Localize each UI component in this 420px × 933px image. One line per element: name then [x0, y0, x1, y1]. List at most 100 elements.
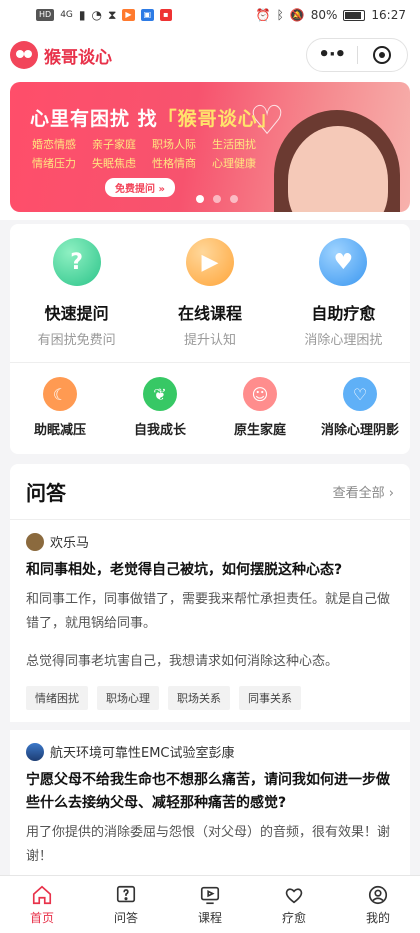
monkey-logo-icon — [10, 41, 38, 69]
tab-label: 我的 — [365, 910, 390, 925]
tab-label: 问答 — [113, 910, 138, 925]
services-card: ? 快速提问 有困扰免费问 ▶ 在线课程 提升认知 ♥ 自助疗愈 消除心理困扰 … — [10, 224, 410, 454]
question-chat-icon: ? — [52, 238, 101, 286]
family-icon: ☺ — [243, 377, 277, 411]
carousel-dot[interactable] — [230, 195, 238, 203]
app-header: 猴哥谈心 •·• — [0, 30, 420, 80]
question-author: 欢乐马 — [26, 532, 394, 551]
clock: 16:27 — [371, 8, 406, 22]
service-subtitle: 提升认知 — [183, 333, 236, 348]
tag[interactable]: 职场心理 — [97, 686, 159, 710]
question-author: 航天环境可靠性EMC试验室彭康 — [26, 742, 394, 761]
service-title: 快速提问 — [44, 304, 109, 323]
tab-course[interactable]: 课程 — [168, 876, 252, 933]
service-self-healing[interactable]: ♥ 自助疗愈 消除心理困扰 — [277, 238, 410, 348]
service-sleep[interactable]: ☾ 助眠减压 — [10, 377, 110, 438]
network-badge: 4G — [60, 10, 73, 20]
service-family[interactable]: ☺ 原生家庭 — [210, 377, 310, 438]
service-title: 自助疗愈 — [311, 304, 376, 323]
video-play-icon: ▶ — [185, 238, 234, 286]
alarm-icon: ⏰ — [255, 8, 271, 22]
service-trauma[interactable]: ♡ 消除心理阴影 — [310, 377, 410, 438]
banner-title: 心里有困扰 找「猴哥谈心」 — [30, 104, 278, 131]
heart-outline-icon — [285, 887, 303, 903]
moon-icon: ☾ — [43, 377, 77, 411]
service-subtitle: 有困扰免费问 — [37, 333, 116, 348]
app-notification-icon: ▪ — [160, 9, 172, 21]
status-right: ⏰ ᛒ 🔕 80% 16:27 — [256, 8, 406, 22]
banner-tag: 职场人际 — [152, 138, 196, 151]
mute-icon: 🔕 — [289, 8, 305, 22]
miniprogram-capsule: •·• — [306, 38, 408, 72]
brand-name: 猴哥谈心 — [44, 47, 112, 68]
hand-heart-icon: ♡ — [343, 377, 377, 411]
tab-label: 首页 — [29, 910, 54, 925]
banner-tags: 婚恋情感 亲子家庭 职场人际 生活困扰 情绪压力 失眠焦虑 性格情商 心理健康 — [32, 136, 272, 171]
author-name: 航天环境可靠性EMC试验室彭康 — [50, 746, 235, 761]
qa-header: 问答 查看全部 › — [10, 464, 410, 520]
mini-service-label: 助眠减压 — [33, 423, 86, 438]
wifi-icon: ◔ — [91, 8, 102, 22]
question-tags: 情绪困扰 职场心理 职场关系 同事关系 — [26, 686, 394, 710]
banner-tag: 性格情商 — [152, 157, 196, 170]
tab-label: 课程 — [197, 910, 222, 925]
close-button[interactable] — [358, 39, 408, 71]
tab-healing[interactable]: 疗愈 — [252, 876, 336, 933]
banner-title-main: 心里有困扰 找 — [30, 108, 158, 130]
status-left: HD 4G ▮ ◔ ⧗ ▶ ▣ ▪ — [36, 8, 172, 23]
hourglass-icon: ⧗ — [107, 7, 117, 22]
banner-wrap: ♡ 心里有困扰 找「猴哥谈心」 婚恋情感 亲子家庭 职场人际 生活困扰 情绪压力… — [0, 80, 420, 220]
user-icon — [368, 885, 388, 904]
service-online-course[interactable]: ▶ 在线课程 提升认知 — [143, 238, 276, 348]
bluetooth-icon: ᛒ — [276, 8, 284, 22]
author-name: 欢乐马 — [50, 536, 90, 551]
qa-item[interactable]: 航天环境可靠性EMC试验室彭康 宁愿父母不给我生命也不想那么痛苦，请问我如何进一… — [10, 730, 410, 881]
status-bar: HD 4G ▮ ◔ ⧗ ▶ ▣ ▪ ⏰ ᛒ 🔕 80% 16:27 — [0, 0, 420, 30]
avatar — [26, 532, 44, 551]
qa-section: 问答 查看全部 › 欢乐马 和同事相处，老觉得自己被坑，如何摆脱这种心态? 和同… — [10, 464, 410, 881]
hd-badge: HD — [36, 9, 55, 21]
secondary-services: ☾ 助眠减压 ❦ 自我成长 ☺ 原生家庭 ♡ 消除心理阴影 — [10, 363, 410, 448]
service-growth[interactable]: ❦ 自我成长 — [110, 377, 210, 438]
primary-services: ? 快速提问 有困扰免费问 ▶ 在线课程 提升认知 ♥ 自助疗愈 消除心理困扰 — [10, 238, 410, 348]
carousel-dot[interactable] — [213, 195, 221, 203]
banner-tag: 婚恋情感 — [32, 138, 76, 151]
question-body: 用了你提供的消除委屈与怨恨（对父母）的音频，很有效果！谢谢！ — [26, 825, 391, 864]
battery-percent: 80% — [310, 8, 338, 22]
heart-icon: ♥ — [319, 238, 368, 286]
video-icon — [200, 886, 220, 904]
question-box-icon — [116, 885, 136, 902]
banner-tag: 生活困扰 — [212, 138, 256, 151]
promo-banner[interactable]: ♡ 心里有困扰 找「猴哥谈心」 婚恋情感 亲子家庭 职场人际 生活困扰 情绪压力… — [10, 82, 410, 212]
qa-item[interactable]: 欢乐马 和同事相处，老觉得自己被坑，如何摆脱这种心态? 和同事工作，同事做错了，… — [10, 520, 410, 730]
bottom-tab-bar: 首页 问答 课程 疗愈 我的 — [0, 875, 420, 933]
tab-mine[interactable]: 我的 — [336, 876, 420, 933]
tab-home[interactable]: 首页 — [0, 876, 84, 933]
view-all-link[interactable]: 查看全部 › — [333, 482, 394, 501]
question-title: 宁愿父母不给我生命也不想那么痛苦，请问我如何进一步做些什么去接纳父母、减轻那种痛… — [26, 772, 390, 811]
service-quick-question[interactable]: ? 快速提问 有困扰免费问 — [10, 238, 143, 348]
app-notification-icon: ▣ — [140, 9, 155, 21]
carousel-dot[interactable] — [196, 195, 204, 203]
more-button[interactable]: •·• — [307, 39, 357, 71]
free-question-button[interactable]: 免费提问 » — [105, 178, 175, 197]
carousel-dots — [196, 195, 238, 203]
tag[interactable]: 情绪困扰 — [26, 686, 88, 710]
mini-service-label: 自我成长 — [133, 423, 186, 438]
banner-title-highlight: 「猴哥谈心」 — [157, 108, 278, 130]
signal-icon: ▮ — [78, 8, 86, 22]
more-dots-icon: •·• — [318, 44, 346, 65]
question-body: 总觉得同事老坑害自己，我想请求如何消除这种心态。 — [26, 654, 339, 669]
avatar — [26, 742, 44, 761]
mini-service-label: 原生家庭 — [233, 423, 286, 438]
target-icon — [373, 46, 392, 64]
tag[interactable]: 职场关系 — [168, 686, 230, 710]
banner-tag: 失眠焦虑 — [92, 157, 136, 170]
battery-icon — [343, 9, 366, 21]
tab-qa[interactable]: 问答 — [84, 876, 168, 933]
tag[interactable]: 同事关系 — [239, 686, 301, 710]
mini-service-label: 消除心理阴影 — [320, 423, 399, 438]
question-title: 和同事相处，老觉得自己被坑，如何摆脱这种心态? — [26, 562, 343, 578]
banner-tag: 情绪压力 — [32, 157, 76, 170]
service-title: 在线课程 — [177, 304, 242, 323]
